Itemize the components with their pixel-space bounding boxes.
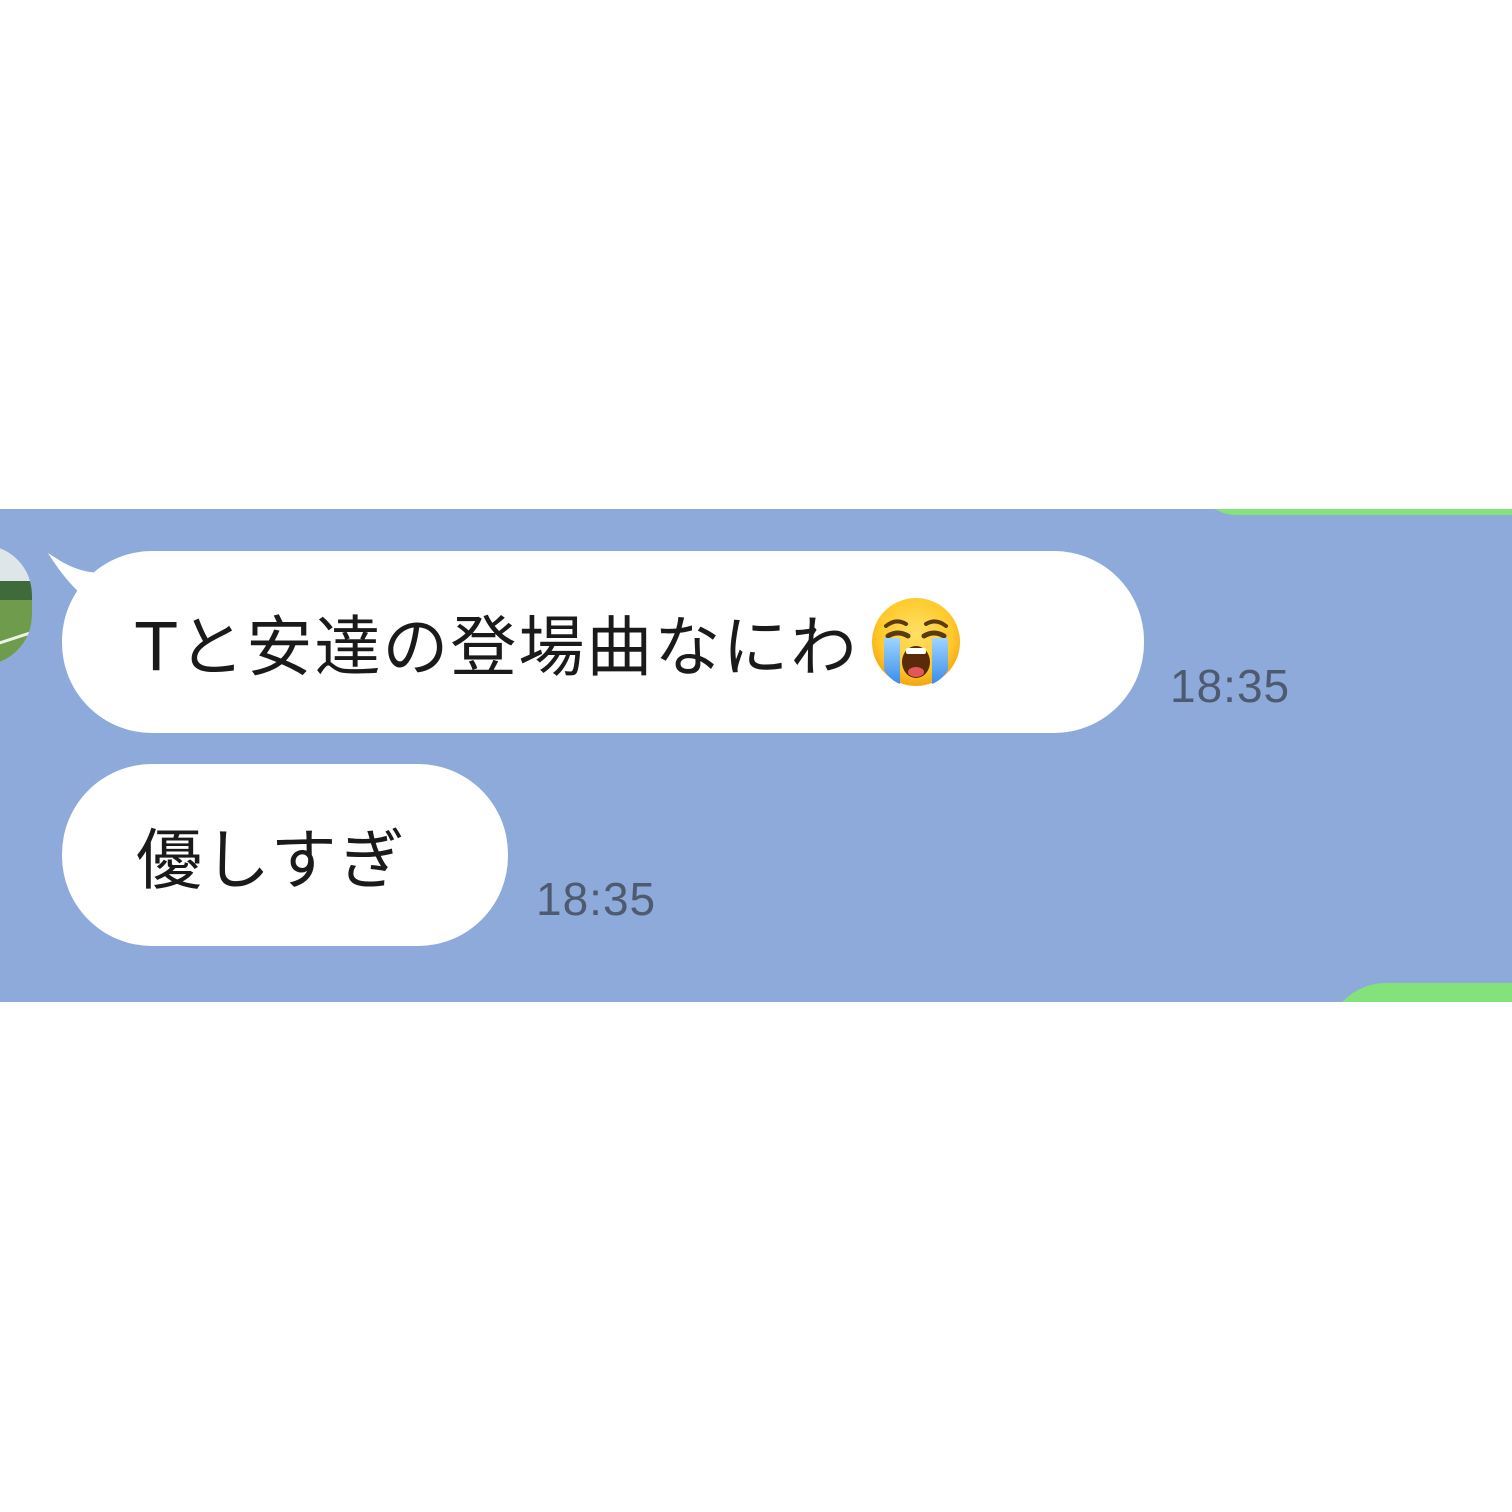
chat-area[interactable]: Tと安達の登場曲なにわ 18:35 優しすぎ 18:35 <box>0 509 1512 1002</box>
received-message-bubble[interactable]: 優しすぎ <box>62 764 508 946</box>
sender-avatar[interactable] <box>0 545 32 665</box>
sent-message-bubble-partial[interactable] <box>1196 509 1512 515</box>
message-timestamp: 18:35 <box>536 873 657 925</box>
message-timestamp: 18:35 <box>1170 660 1291 712</box>
message-text: Tと安達の登場曲なにわ <box>136 609 859 686</box>
sent-message-bubble-partial[interactable] <box>1326 983 1512 1002</box>
screenshot-canvas: Tと安達の登場曲なにわ 18:35 優しすぎ 18:35 <box>0 0 1512 1512</box>
loudly-crying-face-icon <box>870 596 962 688</box>
received-message-bubble[interactable]: Tと安達の登場曲なにわ <box>62 551 1144 733</box>
message-text: 優しすぎ <box>136 822 407 899</box>
